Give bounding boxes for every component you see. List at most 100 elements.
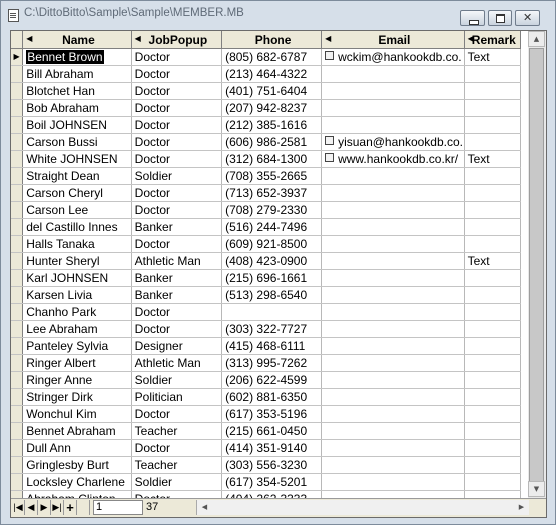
cell-jobpopup[interactable]: Doctor xyxy=(131,150,223,168)
cell-name[interactable]: Blotchet Han xyxy=(22,82,132,100)
cell-phone[interactable]: (206) 622-4599 xyxy=(221,371,323,389)
cell-jobpopup[interactable]: Doctor xyxy=(131,405,223,423)
row-indicator[interactable] xyxy=(11,354,24,372)
cell-email[interactable] xyxy=(321,303,465,321)
cell-remark[interactable] xyxy=(464,405,522,423)
cell-jobpopup[interactable]: Teacher xyxy=(131,422,223,440)
row-indicator[interactable] xyxy=(11,439,24,457)
record-position-field[interactable]: 1 xyxy=(93,500,143,515)
cell-email[interactable]: wckim@hankookdb.co. xyxy=(321,48,465,66)
table-row[interactable]: Carson Cheryl Doctor (713) 652-3937 xyxy=(11,184,522,202)
cell-jobpopup[interactable]: Doctor xyxy=(131,320,223,338)
scroll-up-button[interactable]: ▲ xyxy=(528,31,545,47)
table-row[interactable]: Panteley Sylvia Designer (415) 468-6111 xyxy=(11,337,522,355)
scroll-right-button[interactable]: ▶ xyxy=(514,500,529,515)
row-indicator[interactable] xyxy=(11,473,24,491)
row-indicator[interactable] xyxy=(11,99,24,117)
table-row[interactable]: Straight Dean Soldier (708) 355-2665 xyxy=(11,167,522,185)
table-row[interactable]: Blotchet Han Doctor (401) 751-6404 xyxy=(11,82,522,100)
cell-phone[interactable]: (312) 684-1300 xyxy=(221,150,323,168)
title-bar[interactable]: C:\DittoBitto\Sample\Sample\MEMBER.MB xyxy=(1,1,555,28)
cell-phone[interactable]: (401) 751-6404 xyxy=(221,82,323,100)
cell-name[interactable]: Carson Bussi xyxy=(22,133,132,151)
row-indicator[interactable] xyxy=(11,337,24,355)
table-row[interactable]: White JOHNSEN Doctor (312) 684-1300 www.han… xyxy=(11,150,522,168)
row-indicator[interactable] xyxy=(11,490,24,498)
cell-phone[interactable]: (215) 696-1661 xyxy=(221,269,323,287)
cell-phone[interactable]: (408) 423-0900 xyxy=(221,252,323,270)
cell-remark[interactable] xyxy=(464,371,522,389)
cell-email[interactable] xyxy=(321,320,465,338)
cell-email[interactable] xyxy=(321,490,465,498)
cell-jobpopup[interactable]: Athletic Man xyxy=(131,354,223,372)
cell-remark[interactable] xyxy=(464,99,522,117)
cell-jobpopup[interactable]: Banker xyxy=(131,269,223,287)
cell-phone[interactable] xyxy=(221,303,323,321)
table-row[interactable]: Carson Bussi Doctor (606) 986-2581 yisuan@h… xyxy=(11,133,522,151)
scroll-down-button[interactable]: ▼ xyxy=(528,481,545,497)
cell-jobpopup[interactable]: Soldier xyxy=(131,371,223,389)
row-indicator[interactable] xyxy=(11,422,24,440)
cell-name[interactable]: Gringlesby Burt xyxy=(22,456,132,474)
row-indicator[interactable] xyxy=(11,116,24,134)
cell-phone[interactable]: (805) 682-6787 xyxy=(221,48,323,66)
cell-jobpopup[interactable]: Teacher xyxy=(131,456,223,474)
scroll-left-button[interactable]: ◀ xyxy=(197,500,212,515)
table-row[interactable]: Ringer Anne Soldier (206) 622-4599 xyxy=(11,371,522,389)
cell-name[interactable]: Chanho Park xyxy=(22,303,132,321)
row-indicator[interactable] xyxy=(11,218,24,236)
cell-name[interactable]: Straight Dean xyxy=(22,167,132,185)
cell-phone[interactable]: (606) 986-2581 xyxy=(221,133,323,151)
row-indicator[interactable]: ▶ xyxy=(11,48,24,66)
table-row[interactable]: Hunter Sheryl Athletic Man (408) 423-0900 T… xyxy=(11,252,522,270)
row-indicator[interactable] xyxy=(11,269,24,287)
table-row[interactable]: Abraham ClintonDoctor(404) 262-3333 xyxy=(11,490,522,498)
cell-remark[interactable]: Text xyxy=(464,252,522,270)
row-indicator[interactable] xyxy=(11,133,24,151)
table-row[interactable]: Karsen Livia Banker (513) 298-6540 xyxy=(11,286,522,304)
cell-remark[interactable] xyxy=(464,184,522,202)
first-record-button[interactable]: |◀ xyxy=(12,500,25,515)
cell-name[interactable]: Bennet Brown xyxy=(22,48,132,66)
row-indicator[interactable] xyxy=(11,167,24,185)
cell-name[interactable]: Abraham Clinton xyxy=(22,490,132,498)
table-row[interactable]: Carson Lee Doctor (708) 279-2330 xyxy=(11,201,522,219)
row-indicator[interactable] xyxy=(11,320,24,338)
cell-name[interactable]: Locksley Charlene xyxy=(22,473,132,491)
column-header-phone[interactable]: Phone xyxy=(221,31,323,49)
cell-jobpopup[interactable]: Soldier xyxy=(131,473,223,491)
minimize-button[interactable] xyxy=(460,10,485,26)
table-row[interactable]: Bill Abraham Doctor (213) 464-4322 xyxy=(11,65,522,83)
cell-email[interactable] xyxy=(321,371,465,389)
column-header-name[interactable]: ◀ Name xyxy=(22,31,132,49)
cell-name[interactable]: Halls Tanaka xyxy=(22,235,132,253)
cell-email[interactable] xyxy=(321,354,465,372)
cell-jobpopup[interactable]: Doctor xyxy=(131,439,223,457)
cell-email[interactable] xyxy=(321,116,465,134)
cell-email[interactable] xyxy=(321,167,465,185)
cell-remark[interactable] xyxy=(464,320,522,338)
table-row[interactable]: Ringer Albert Athletic Man (313) 995-7262 xyxy=(11,354,522,372)
column-header-remark[interactable]: ◀ Remark xyxy=(464,31,522,49)
cell-remark[interactable] xyxy=(464,65,522,83)
cell-name[interactable]: Bob Abraham xyxy=(22,99,132,117)
cell-phone[interactable]: (516) 244-7496 xyxy=(221,218,323,236)
table-row[interactable]: Gringlesby Burt Teacher (303) 556-3230 xyxy=(11,456,522,474)
cell-name[interactable]: Carson Cheryl xyxy=(22,184,132,202)
cell-phone[interactable]: (303) 322-7727 xyxy=(221,320,323,338)
cell-jobpopup[interactable]: Doctor xyxy=(131,490,223,498)
row-indicator[interactable] xyxy=(11,235,24,253)
cell-email[interactable] xyxy=(321,99,465,117)
cell-jobpopup[interactable]: Designer xyxy=(131,337,223,355)
cell-email[interactable] xyxy=(321,456,465,474)
table-row[interactable]: Dull Ann Doctor (414) 351-9140 xyxy=(11,439,522,457)
cell-jobpopup[interactable]: Doctor xyxy=(131,48,223,66)
table-row[interactable]: del Castillo Innes Banker (516) 244-7496 xyxy=(11,218,522,236)
row-indicator[interactable] xyxy=(11,252,24,270)
cell-name[interactable]: Panteley Sylvia xyxy=(22,337,132,355)
cell-email[interactable] xyxy=(321,439,465,457)
row-indicator[interactable] xyxy=(11,371,24,389)
table-row[interactable]: Chanho Park Doctor xyxy=(11,303,522,321)
cell-email[interactable] xyxy=(321,269,465,287)
cell-email[interactable] xyxy=(321,184,465,202)
